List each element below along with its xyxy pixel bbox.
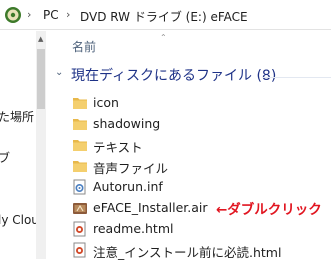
breadcrumb-separator-icon[interactable]: › [66, 8, 70, 21]
folder-icon [73, 119, 87, 130]
nav-item-recent-places[interactable]: た場所 [0, 108, 34, 125]
file-name: 音声ファイル [93, 161, 169, 176]
column-header-label: 名前 [72, 40, 97, 54]
column-header-name[interactable]: ⌃ 名前 [50, 33, 331, 58]
sort-ascending-icon: ⌃ [160, 33, 167, 42]
group-divider [263, 77, 331, 78]
nav-scrollbar[interactable]: ▲ [36, 31, 46, 259]
collapse-chevron-icon[interactable]: ⌄ [55, 67, 63, 78]
folder-icon [73, 161, 87, 172]
file-name: テキスト [93, 140, 143, 155]
breadcrumb-drive[interactable]: DVD RW ドライブ (E:) eFACE [80, 8, 248, 25]
folder-icon [73, 140, 87, 151]
settings-file-icon [73, 179, 86, 195]
file-row-icon[interactable]: icon [72, 93, 331, 113]
file-name: eFACE_Installer.air [93, 200, 208, 215]
file-row-shadowing[interactable]: shadowing [72, 114, 331, 134]
file-name: readme.html [93, 221, 174, 236]
file-row-readme[interactable]: readme.html [72, 219, 331, 239]
file-row-notice[interactable]: 注意_インストール前に必読.html [72, 240, 331, 260]
file-row-autorun[interactable]: Autorun.inf [72, 177, 331, 197]
file-name: 注意_インストール前に必読.html [93, 245, 282, 260]
html-file-icon [73, 221, 86, 237]
file-name: shadowing [93, 116, 161, 131]
double-click-annotation: ←ダブルクリック [216, 202, 322, 218]
file-row-text[interactable]: テキスト [72, 135, 331, 155]
breadcrumb-separator-icon[interactable]: › [27, 8, 31, 21]
scroll-up-arrow-icon[interactable]: ▲ [38, 35, 43, 43]
navigation-pane[interactable]: た場所 ブ ly Clou [0, 31, 36, 259]
scroll-thumb[interactable] [37, 49, 45, 109]
group-title: 現在ディスクにあるファイル (8) [71, 68, 277, 84]
address-bar[interactable]: › PC › DVD RW ドライブ (E:) eFACE [0, 0, 331, 30]
group-header[interactable]: ⌄ 現在ディスクにあるファイル (8) [55, 66, 331, 86]
nav-item-library[interactable]: ブ [0, 149, 10, 166]
html-file-icon [73, 242, 86, 258]
air-installer-icon [73, 203, 87, 214]
nav-item-my-cloud[interactable]: ly Clou [0, 213, 36, 227]
dvd-drive-icon [5, 7, 21, 23]
file-row-audio[interactable]: 音声ファイル [72, 156, 331, 176]
file-name: icon [93, 95, 119, 110]
folder-icon [73, 98, 87, 109]
file-name: Autorun.inf [93, 179, 163, 194]
breadcrumb-pc[interactable]: PC [43, 8, 59, 22]
